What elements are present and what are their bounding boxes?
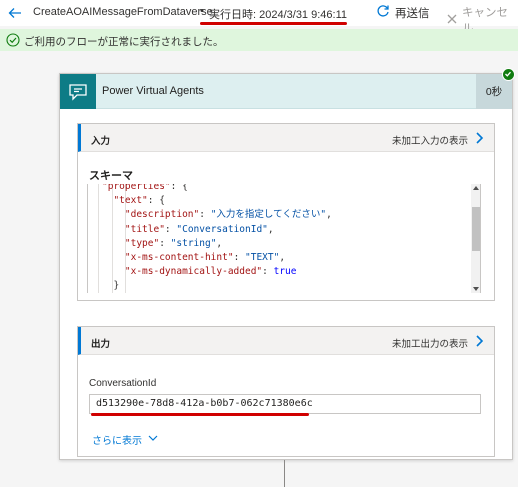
code-scrollbar[interactable] [471,184,480,293]
annotation-underline [91,413,309,416]
code-token: "x-ms-dynamically-added" [102,266,263,278]
run-time: 実行日時: 2024/3/31 9:46:11 [209,9,347,21]
show-more-label: さらに表示 [92,436,142,447]
show-raw-output-link[interactable]: 未加工出力の表示 [392,336,468,350]
code-token: : [199,209,211,221]
code-line: "x-ms-dynamically-added": true [102,265,332,279]
code-line: "title": "ConversationId", [102,223,332,237]
chevron-right-icon[interactable] [474,131,484,145]
code-token: "x-ms-content-hint" [102,251,234,263]
code-line: "type": "string", [102,237,332,251]
code-line: } [102,279,332,293]
chat-icon [60,74,96,109]
code-token: , [267,223,274,235]
scroll-down-icon[interactable] [473,287,479,291]
schema-label: スキーマ [89,170,133,182]
command-bar: CreateAOAIMessageFromDataverse • 実行日時: 2… [0,0,518,35]
resubmit-icon [376,4,390,21]
code-token: } [102,280,120,292]
code-token: , [216,237,223,249]
code-token: "TEXT" [245,251,280,263]
code-token: : { [170,184,188,192]
code-token: "type" [102,237,160,249]
resubmit-button[interactable]: 再送信 [376,4,430,21]
code-token: , [326,209,332,221]
code-token: : [164,223,177,235]
title-separator: • [200,5,204,17]
code-line: "properties": { [102,184,332,194]
code-token: , [279,251,286,263]
code-line: "x-ms-content-hint": "TEXT", [102,251,332,265]
output-section-header: 出力 未加工出力の表示 [78,327,494,355]
scroll-thumb[interactable] [472,207,480,251]
code-token: : [159,237,171,249]
conversation-id-label: ConversationId [89,378,157,389]
code-token: "title" [102,223,165,235]
code-token: : { [147,195,165,207]
resubmit-label: 再送信 [395,7,430,20]
output-section: 出力 未加工出力の表示 ConversationId d513290e-78d8… [77,326,495,457]
flow-name: CreateAOAIMessageFromDataverse [33,6,213,18]
chevron-down-icon [148,434,158,445]
code-line: "text": { [102,194,332,208]
flow-connector [284,460,285,487]
code-token: "ConversationId" [176,223,268,235]
chevron-right-icon[interactable] [474,334,484,348]
code-token: "入力を指定してください" [210,209,327,221]
success-message: ご利用のフローが正常に実行されました。 [24,36,224,48]
code-token: true [273,266,297,278]
code-token: "description" [102,209,200,221]
conversation-id-value[interactable]: d513290e-78d8-412a-b0b7-062c71380e6c [89,394,481,414]
code-token: : [233,251,246,263]
action-card: Power Virtual Agents 0秒 入力 未加工入力の表示 スキーマ… [59,73,513,460]
code-line: "description": "入力を指定してください", [102,208,332,222]
schema-code-editor[interactable]: "properties": { "text": { "description":… [87,184,481,293]
code-token: "string" [170,237,217,249]
output-section-title: 出力 [91,339,111,350]
success-banner: ご利用のフローが正常に実行されました。 [0,29,518,51]
schema-code: "properties": { "text": { "description":… [102,184,332,293]
code-token: "properties" [102,184,171,192]
show-more-button[interactable]: さらに表示 [92,432,158,447]
annotation-underline [200,22,347,25]
action-card-header[interactable]: Power Virtual Agents 0秒 [60,74,512,109]
input-section: 入力 未加工入力の表示 スキーマ "properties": { "text":… [77,123,495,301]
input-section-title: 入力 [91,136,111,147]
code-token: "text" [102,195,148,207]
check-circle-icon [6,33,20,47]
action-title: Power Virtual Agents [102,85,204,97]
scroll-up-icon[interactable] [473,186,479,190]
show-raw-input-link[interactable]: 未加工入力の表示 [392,133,468,147]
cancel-icon [446,13,458,28]
success-badge-icon [502,68,515,81]
back-arrow-icon[interactable] [7,5,23,21]
indent-guide [98,184,99,293]
code-token: : [262,266,274,278]
input-section-header: 入力 未加工入力の表示 [78,124,494,152]
